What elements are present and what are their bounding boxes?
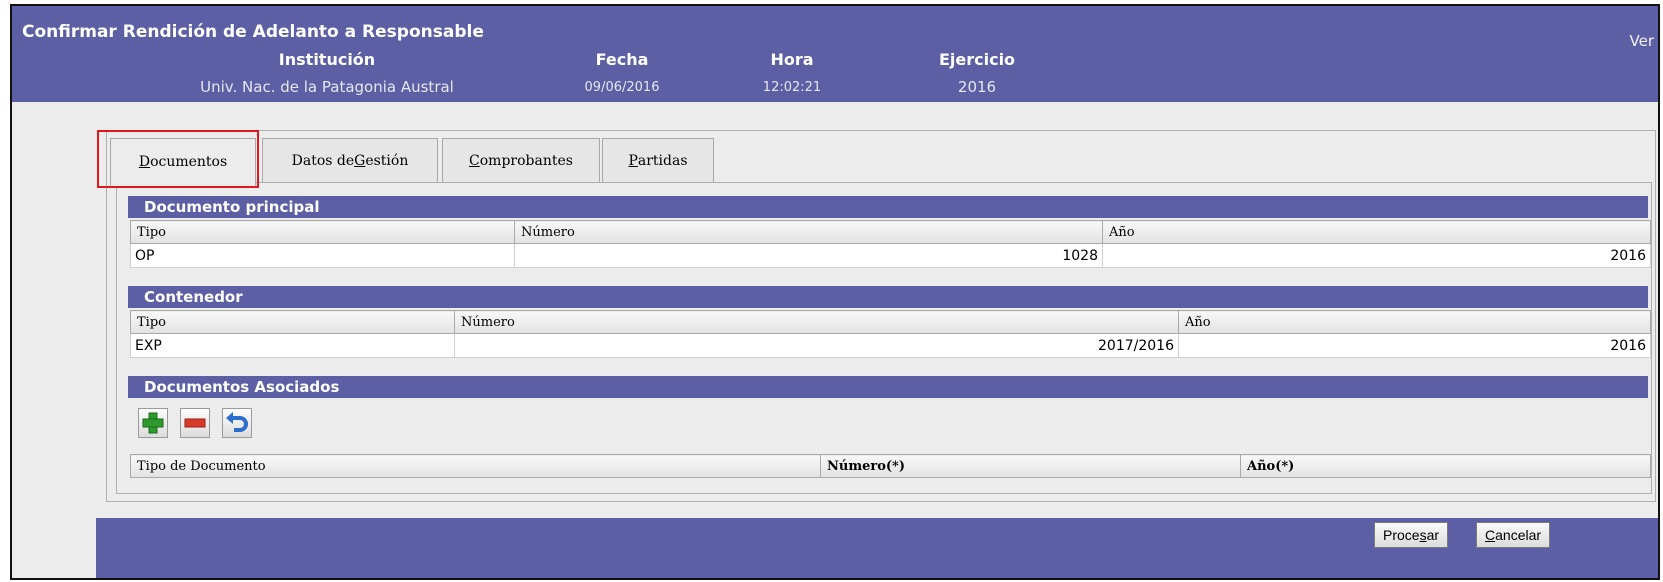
undo-icon <box>226 412 248 432</box>
table-header-row: Tipo de Documento Número(*) Año(*) <box>130 454 1651 478</box>
fecha-value: 09/06/2016 <box>584 80 660 95</box>
col-numero: Número <box>454 310 1179 334</box>
tab-label-pre: Datos de <box>291 152 355 169</box>
cell-numero: 1028 <box>514 243 1103 268</box>
tab-comprobantes[interactable]: Comprobantes <box>442 138 600 182</box>
tab-accesskey: P <box>628 152 638 169</box>
institucion-label: Institución <box>278 50 376 69</box>
table-header-row: Tipo Número Año <box>130 310 1651 334</box>
institucion-value: Univ. Nac. de la Patagonia Austral <box>200 78 454 96</box>
col-anio: Año <box>1178 310 1651 334</box>
tab-label-post: artidas <box>637 152 688 169</box>
tab-accesskey: C <box>469 152 480 169</box>
col-tipo: Tipo <box>130 220 515 244</box>
col-tipo: Tipo <box>130 310 455 334</box>
col-anio: Año <box>1102 220 1651 244</box>
hora-value: 12:02:21 <box>762 80 822 95</box>
tab-label-post: omprobantes <box>479 152 573 169</box>
button-accesskey: s <box>1419 527 1427 543</box>
documentos-asociados-table: Tipo de Documento Número(*) Año(*) <box>130 454 1651 478</box>
procesar-button[interactable]: Procesar <box>1374 522 1449 548</box>
ejercicio-value: 2016 <box>957 78 997 96</box>
tab-datos-de-gestion[interactable]: Datos de Gestión <box>262 138 438 182</box>
documentos-asociados-header: Documentos Asociados <box>128 376 1648 398</box>
contenedor-table: Tipo Número Año EXP 2017/2016 2016 <box>130 310 1651 358</box>
button-label-post: ancelar <box>1495 527 1542 543</box>
col-numero: Número(*) <box>820 454 1241 478</box>
remove-icon <box>184 418 206 428</box>
col-anio: Año(*) <box>1240 454 1651 478</box>
add-button[interactable] <box>138 408 168 438</box>
window-frame: Confirmar Rendición de Adelanto a Respon… <box>10 4 1660 580</box>
button-label-post: ar <box>1426 527 1440 543</box>
ejercicio-label: Ejercicio <box>938 50 1016 69</box>
undo-button[interactable] <box>222 408 252 438</box>
tab-highlight-box <box>97 130 259 188</box>
cell-numero: 2017/2016 <box>454 333 1179 358</box>
col-tipo-documento: Tipo de Documento <box>130 454 821 478</box>
add-icon <box>142 412 164 434</box>
tab-label-post: estión <box>365 152 409 169</box>
cell-tipo: OP <box>130 243 515 268</box>
left-strip <box>12 102 97 578</box>
cancelar-button[interactable]: Cancelar <box>1476 522 1551 548</box>
cell-anio: 2016 <box>1102 243 1651 268</box>
version-label: Ver <box>1629 32 1655 50</box>
cell-anio: 2016 <box>1178 333 1651 358</box>
table-row: EXP 2017/2016 2016 <box>130 333 1651 358</box>
documento-principal-table: Tipo Número Año OP 1028 2016 <box>130 220 1651 268</box>
contenedor-header: Contenedor <box>128 286 1648 308</box>
tab-accesskey: G <box>354 152 366 169</box>
cell-tipo: EXP <box>130 333 455 358</box>
tab-partidas[interactable]: Partidas <box>602 138 714 182</box>
button-label-pre: Proce <box>1383 527 1420 543</box>
table-header-row: Tipo Número Año <box>130 220 1651 244</box>
button-accesskey: C <box>1485 527 1496 543</box>
page-title: Confirmar Rendición de Adelanto a Respon… <box>22 22 484 42</box>
page-header: Confirmar Rendición de Adelanto a Respon… <box>12 6 1658 102</box>
fecha-label: Fecha <box>595 50 649 69</box>
col-numero: Número <box>514 220 1103 244</box>
hora-label: Hora <box>770 50 814 69</box>
documento-principal-header: Documento principal <box>128 196 1648 218</box>
remove-button[interactable] <box>180 408 210 438</box>
table-row: OP 1028 2016 <box>130 243 1651 268</box>
